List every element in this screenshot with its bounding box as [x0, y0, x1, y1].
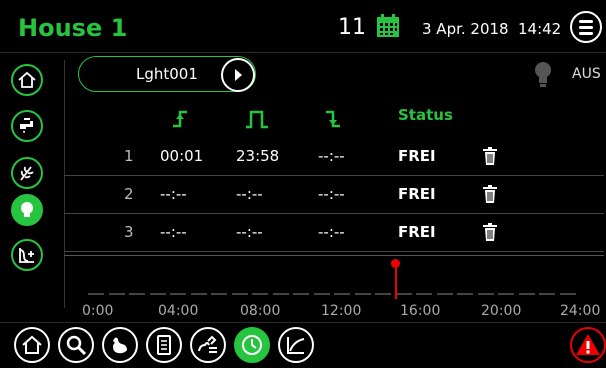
nav-search-button[interactable]	[58, 327, 94, 363]
timeline-tick	[518, 293, 535, 295]
timeline-label: 04:00	[158, 303, 199, 319]
timeline-tick	[231, 293, 248, 295]
alarm-icon	[576, 334, 600, 355]
timeline-tick	[375, 293, 391, 295]
nav-animals-button[interactable]	[102, 327, 138, 363]
timeline-tick	[190, 293, 207, 295]
timeline-tick	[477, 293, 494, 295]
timeline-tick	[416, 293, 432, 295]
timeline-label: 24:00	[560, 303, 601, 319]
timeline-tick	[88, 293, 104, 295]
alarm-button[interactable]	[570, 327, 606, 363]
timeline-tick	[436, 293, 453, 295]
timeline-label: 12:00	[321, 303, 362, 319]
clock-icon	[242, 335, 262, 355]
current-time-marker	[394, 263, 397, 299]
timeline-tick	[334, 293, 350, 295]
document-icon	[157, 335, 171, 355]
feed-animal-icon	[198, 335, 217, 353]
nav-document-button[interactable]	[146, 327, 182, 363]
timeline-tick	[457, 293, 473, 295]
timeline-tick	[252, 293, 268, 295]
chart-icon	[287, 337, 305, 354]
timeline-tick	[149, 293, 166, 295]
timeline-tick	[129, 293, 145, 295]
timeline-ticks	[0, 0, 606, 322]
timeline-tick	[559, 293, 576, 295]
home-icon	[22, 335, 42, 354]
timeline-label: 08:00	[240, 303, 281, 319]
timeline-tick	[170, 293, 186, 295]
timeline-tick	[313, 293, 330, 295]
timeline-tick	[539, 293, 555, 295]
nav-home-button[interactable]	[14, 327, 50, 363]
timeline-tick	[108, 293, 125, 295]
timeline-tick	[211, 293, 227, 295]
timeline-tick	[272, 293, 289, 295]
timeline-tick	[498, 293, 514, 295]
chicken-icon	[113, 337, 127, 354]
nav-chart-button[interactable]	[278, 327, 314, 363]
search-icon	[66, 335, 87, 356]
timeline-tick	[293, 293, 309, 295]
timeline-tick	[395, 293, 412, 295]
timeline-label: 20:00	[481, 303, 522, 319]
timeline-label: 16:00	[400, 303, 441, 319]
nav-timer-button[interactable]	[234, 327, 270, 363]
nav-feeding-button[interactable]	[190, 327, 226, 363]
timeline-label: 0:00	[82, 303, 114, 319]
timeline-tick	[354, 293, 371, 295]
